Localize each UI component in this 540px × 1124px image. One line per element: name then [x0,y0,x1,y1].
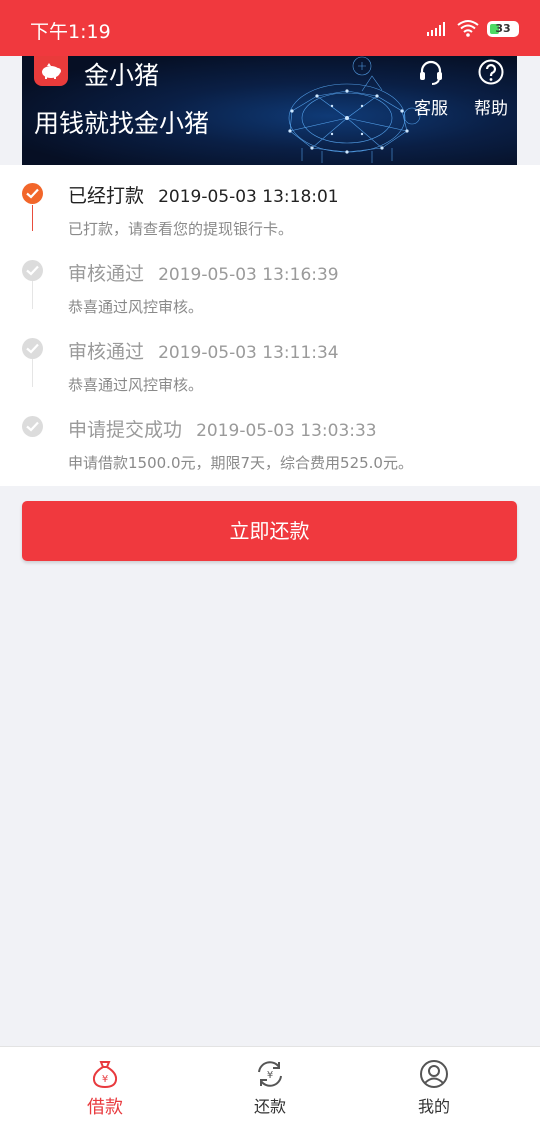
status-bar: 下午1:19 33 [0,0,540,56]
step-time: 2019-05-03 13:16:39 [158,265,339,285]
timeline-connector [32,205,33,231]
app-name: 金小猪 [84,61,160,90]
step-time: 2019-05-03 13:03:33 [196,421,377,441]
timeline-connector [32,281,33,309]
battery-level: 33 [495,22,511,35]
nav-tab-mine[interactable]: 我的 [389,1059,479,1117]
step-description: 申请借款1500.0元，期限7天，综合费用525.0元。 [68,454,413,472]
pig-logo-icon [42,63,61,79]
nav-tab-borrow[interactable]: ¥ 借款 [60,1059,150,1119]
headset-icon [420,60,442,85]
nav-tab-repay[interactable]: ¥ 还款 [225,1059,315,1117]
step-description: 恭喜通过风控审核。 [68,376,204,394]
customer-service-button[interactable]: 客服 [407,56,455,119]
help-button[interactable]: 帮助 [467,56,515,119]
bottom-navigation: ¥ 借款 ¥ 还款 我的 [0,1046,540,1124]
step-title: 申请提交成功 [68,419,183,441]
svg-text:¥: ¥ [267,1070,273,1081]
check-icon [22,183,43,204]
battery-icon: 33 [487,21,519,37]
step-title: 已经打款 [68,185,145,207]
user-icon [420,1060,448,1088]
svg-text:¥: ¥ [102,1074,108,1085]
help-icon [478,59,504,85]
nav-borrow-label: 借款 [87,1097,123,1118]
check-icon [22,338,43,359]
loan-progress-timeline: 已经打款 2019-05-03 13:18:01 已打款，请查看您的提现银行卡。… [0,165,540,486]
wifi-icon [457,20,479,37]
step-description: 已打款，请查看您的提现银行卡。 [68,220,294,238]
money-bag-icon: ¥ [92,1061,118,1089]
step-title: 审核通过 [68,263,145,285]
app-slogan: 用钱就找金小猪 [34,109,210,138]
timeline-connector [32,359,33,387]
help-label: 帮助 [474,99,508,119]
step-time: 2019-05-03 13:18:01 [158,187,339,207]
status-time: 下午1:19 [30,21,111,43]
check-icon [22,260,43,281]
step-title: 审核通过 [68,341,145,363]
check-icon [22,416,43,437]
signal-icon [427,22,445,36]
step-time: 2019-05-03 13:11:34 [158,343,339,363]
repay-now-button[interactable]: 立即还款 [22,501,517,561]
repay-cycle-icon: ¥ [258,1061,282,1087]
nav-repay-label: 还款 [253,1097,286,1116]
step-description: 恭喜通过风控审核。 [68,298,204,316]
customer-service-label: 客服 [414,99,448,119]
header-banner: 金小猪 用钱就找金小猪 客服 帮助 [22,56,517,165]
app-logo [34,56,68,86]
nav-mine-label: 我的 [417,1097,450,1116]
